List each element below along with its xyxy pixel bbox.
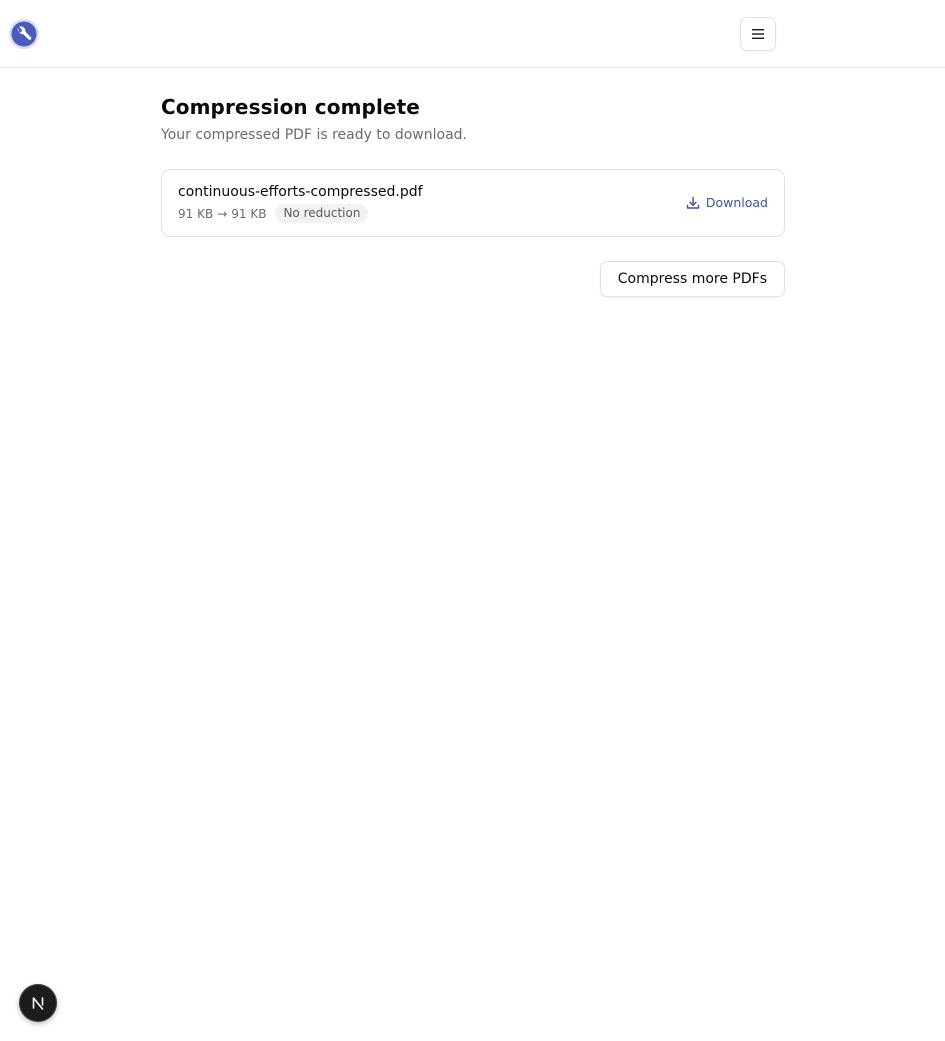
arrow-icon: → [217, 206, 228, 221]
main-content: Compression complete Your compressed PDF… [161, 92, 785, 297]
file-result-card: continuous-efforts-compressed.pdf 91 KB … [161, 169, 785, 237]
download-label: Download [705, 195, 768, 210]
page-subtitle: Your compressed PDF is ready to download… [161, 127, 467, 143]
size-after: 91 KB [231, 206, 267, 221]
file-name: continuous-efforts-compressed.pdf [178, 184, 423, 200]
compress-more-button[interactable]: Compress more PDFs [599, 261, 785, 297]
file-size-info: 91 KB → 91 KB No reduction [178, 204, 369, 223]
size-before: 91 KB [178, 206, 214, 221]
reduction-badge: No reduction [275, 204, 369, 223]
hamburger-menu-icon [752, 29, 764, 39]
wrench-logo-icon[interactable] [8, 18, 40, 50]
nextjs-icon[interactable] [19, 984, 57, 1022]
download-icon [686, 196, 706, 210]
page-title: Compression complete [161, 95, 420, 119]
menu-button[interactable] [740, 17, 776, 51]
app-header [0, 0, 945, 68]
download-button[interactable]: Download [686, 194, 768, 212]
